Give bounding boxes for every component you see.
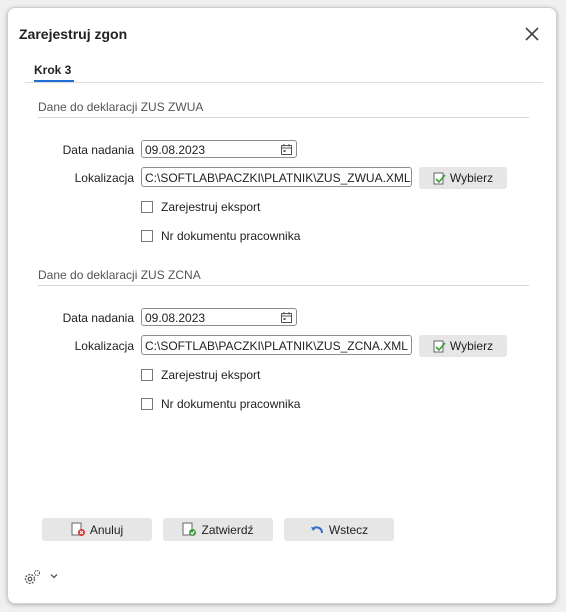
choose-button-zcna[interactable]: Wybierz xyxy=(419,335,507,357)
close-icon[interactable] xyxy=(523,25,541,43)
register-export-label-zcna: Zarejestruj eksport xyxy=(161,368,261,382)
folder-pick-icon xyxy=(433,340,446,352)
cancel-button[interactable]: Anuluj xyxy=(42,518,152,541)
employee-doc-checkbox-zwua[interactable] xyxy=(141,230,153,242)
location-label-zwua: Lokalizacja xyxy=(74,171,134,185)
confirm-doc-icon xyxy=(182,522,197,536)
location-label-zcna: Lokalizacja xyxy=(74,339,134,353)
employee-doc-row-zwua[interactable]: Nr dokumentu pracownika xyxy=(141,229,300,243)
register-export-label-zwua: Zarejestruj eksport xyxy=(161,200,261,214)
location-field-zcna[interactable]: C:\SOFTLAB\PACZKI\PLATNIK\ZUS_ZCNA.XML xyxy=(141,335,412,355)
gear-icon[interactable] xyxy=(23,569,41,587)
tab-divider xyxy=(25,82,543,83)
location-field-zwua[interactable]: C:\SOFTLAB\PACZKI\PLATNIK\ZUS_ZWUA.XML xyxy=(141,167,412,187)
cancel-doc-icon xyxy=(71,522,85,536)
dialog-window: Zarejestruj zgon Krok 3 Dane do deklarac… xyxy=(7,7,557,604)
date-label-zcna: Data nadania xyxy=(62,311,134,325)
choose-label-zcna: Wybierz xyxy=(449,339,494,353)
section-title-zcna: Dane do deklaracji ZUS ZCNA xyxy=(38,268,201,282)
date-field-zwua[interactable]: 09.08.2023 xyxy=(141,140,297,158)
choose-button-zwua[interactable]: Wybierz xyxy=(419,167,507,189)
employee-doc-label-zcna: Nr dokumentu pracownika xyxy=(161,397,301,411)
employee-doc-checkbox-zcna[interactable] xyxy=(141,398,153,410)
chevron-down-icon[interactable] xyxy=(49,571,59,581)
date-value-zwua: 09.08.2023 xyxy=(145,143,206,157)
date-value-zcna: 09.08.2023 xyxy=(145,311,206,325)
location-value-zwua: C:\SOFTLAB\PACZKI\PLATNIK\ZUS_ZWUA.XML xyxy=(145,171,411,185)
register-export-row-zwua[interactable]: Zarejestruj eksport xyxy=(141,200,260,214)
location-value-zcna: C:\SOFTLAB\PACZKI\PLATNIK\ZUS_ZCNA.XML xyxy=(145,339,408,353)
tab-krok-3[interactable]: Krok 3 xyxy=(34,63,71,77)
calendar-icon[interactable] xyxy=(281,144,292,155)
date-label-zwua: Data nadania xyxy=(62,143,134,157)
date-field-zcna[interactable]: 09.08.2023 xyxy=(141,308,297,326)
folder-pick-icon xyxy=(433,172,446,184)
employee-doc-row-zcna[interactable]: Nr dokumentu pracownika xyxy=(141,397,300,411)
section-title-zwua: Dane do deklaracji ZUS ZWUA xyxy=(38,100,204,114)
section-divider-zwua xyxy=(38,117,529,118)
dialog-title: Zarejestruj zgon xyxy=(19,26,128,42)
back-button[interactable]: Wstecz xyxy=(284,518,394,541)
section-divider-zcna xyxy=(38,285,529,286)
choose-label-zwua: Wybierz xyxy=(449,171,494,185)
back-label: Wstecz xyxy=(328,522,369,537)
back-arrow-icon xyxy=(310,526,323,534)
confirm-label: Zatwierdź xyxy=(201,522,254,537)
calendar-icon[interactable] xyxy=(281,312,292,323)
register-export-checkbox-zwua[interactable] xyxy=(141,201,153,213)
confirm-button[interactable]: Zatwierdź xyxy=(163,518,273,541)
employee-doc-label-zwua: Nr dokumentu pracownika xyxy=(161,229,301,243)
register-export-row-zcna[interactable]: Zarejestruj eksport xyxy=(141,368,260,382)
cancel-label: Anuluj xyxy=(89,522,124,537)
register-export-checkbox-zcna[interactable] xyxy=(141,369,153,381)
